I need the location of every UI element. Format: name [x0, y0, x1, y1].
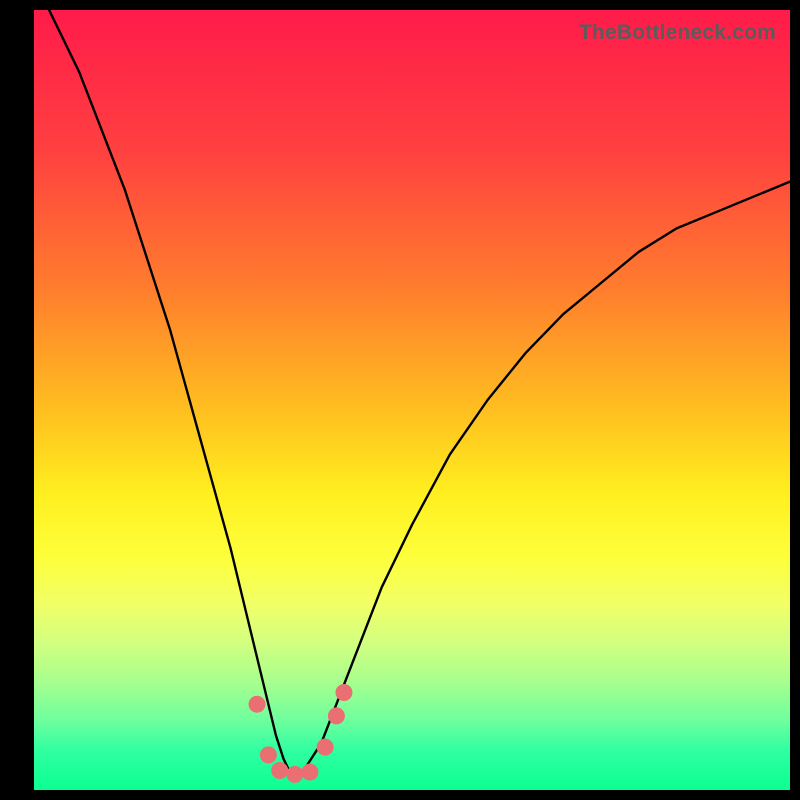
plot-area: TheBottleneck.com: [34, 10, 790, 790]
curve-bottleneck-curve: [49, 10, 790, 774]
marker-dot-7: [335, 684, 352, 701]
chart-stage: TheBottleneck.com: [0, 0, 800, 800]
marker-dot-6: [328, 707, 345, 724]
marker-dot-0: [249, 696, 266, 713]
chart-svg: [34, 10, 790, 790]
marker-layer: [249, 684, 353, 783]
marker-dot-1: [260, 746, 277, 763]
marker-dot-3: [286, 766, 303, 783]
marker-dot-5: [317, 739, 334, 756]
marker-dot-2: [271, 762, 288, 779]
marker-dot-4: [301, 764, 318, 781]
curve-layer: [49, 10, 790, 774]
